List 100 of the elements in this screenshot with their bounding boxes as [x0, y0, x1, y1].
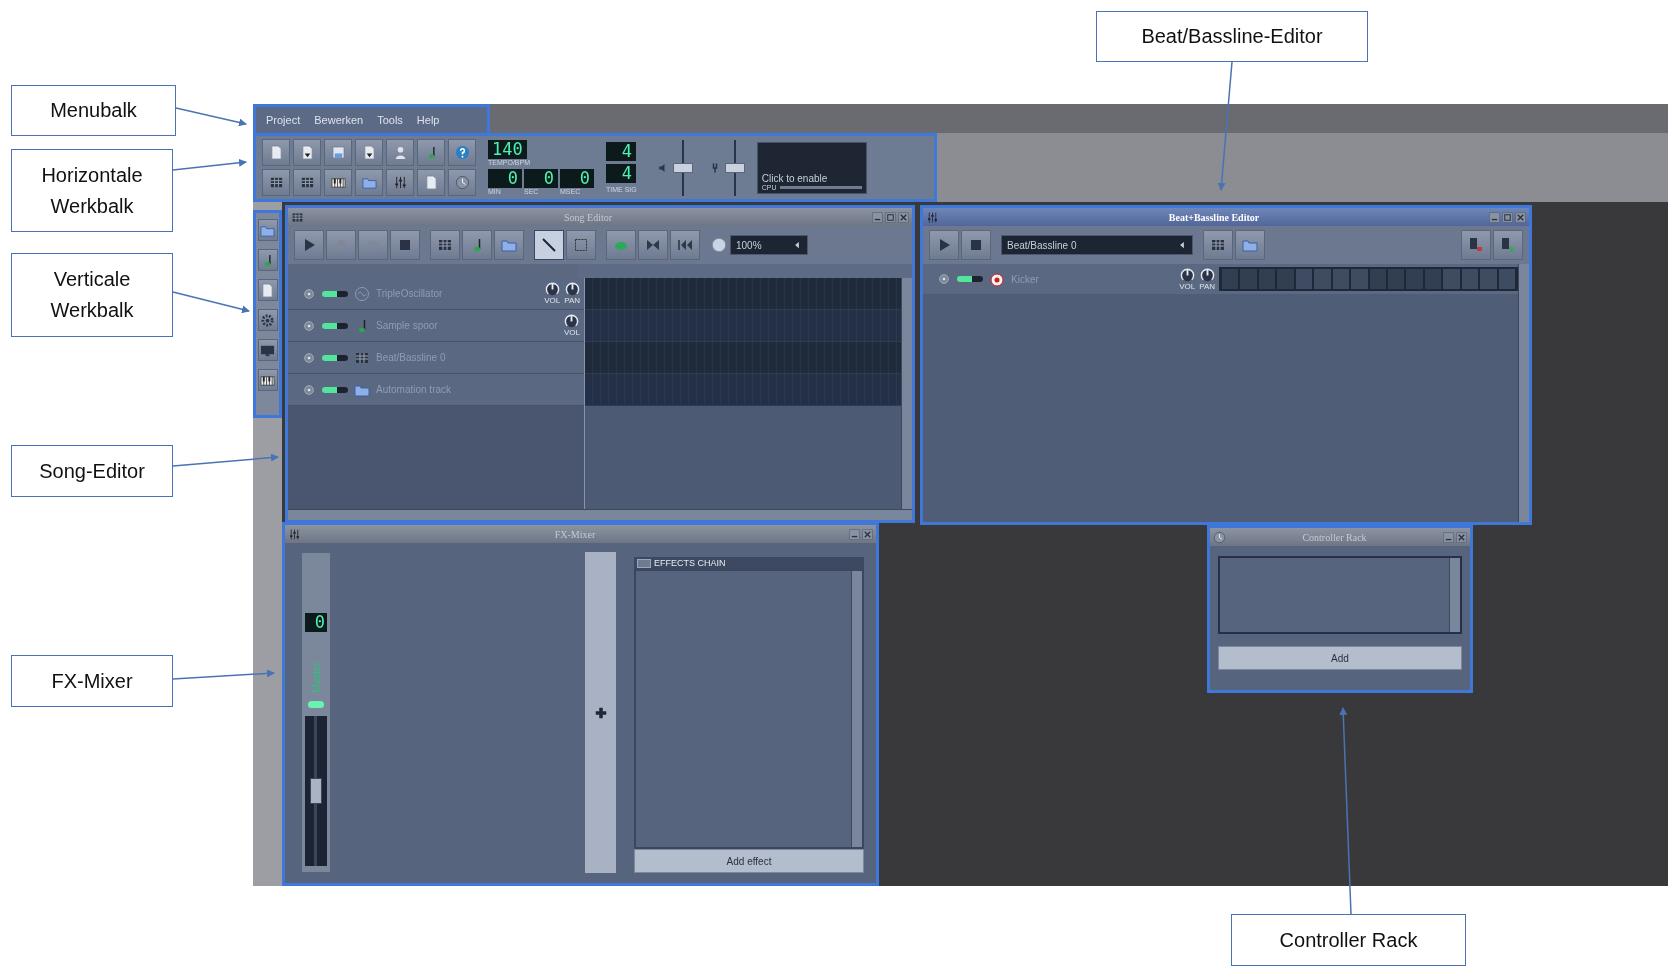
menu-item[interactable]: Help — [416, 114, 440, 126]
folder-button[interactable] — [1235, 230, 1265, 260]
piano-button[interactable] — [324, 169, 352, 196]
callout-label: Beat/Bassline-Editor — [1096, 11, 1368, 62]
mute-button[interactable] — [302, 286, 316, 301]
add-button[interactable]: Add — [1218, 646, 1462, 670]
fader-thumb[interactable] — [310, 777, 322, 804]
record-button[interactable] — [326, 230, 356, 260]
step-button[interactable] — [1295, 269, 1313, 289]
knob[interactable]: VOL — [564, 314, 580, 337]
steps-remove-button[interactable] — [1461, 230, 1491, 260]
gear-button[interactable] — [257, 309, 278, 331]
mute-button[interactable] — [302, 350, 316, 365]
loop-button[interactable] — [606, 230, 636, 260]
close-button[interactable] — [862, 528, 873, 540]
callout-arrow — [175, 107, 247, 127]
note-button[interactable] — [462, 230, 492, 260]
sliders-icon — [392, 175, 408, 190]
folder-button[interactable] — [494, 230, 524, 260]
monitor-button[interactable] — [257, 339, 278, 361]
page-icon — [260, 282, 275, 298]
grid-button[interactable] — [1203, 230, 1233, 260]
close-icon — [1456, 531, 1467, 543]
maximize-icon — [1502, 211, 1513, 223]
maximize-button[interactable] — [1502, 211, 1513, 223]
knob[interactable]: PAN — [564, 282, 580, 305]
grid-button[interactable] — [430, 230, 460, 260]
mute-button[interactable] — [302, 382, 316, 397]
scrollbar[interactable] — [901, 278, 912, 509]
note-button[interactable] — [417, 139, 445, 166]
step-button[interactable] — [1461, 269, 1479, 289]
step-button[interactable] — [1498, 269, 1515, 289]
menu-item[interactable]: Tools — [377, 114, 403, 126]
scrollbar[interactable] — [1449, 558, 1460, 632]
callout-label: FX-Mixer — [11, 655, 173, 707]
grid-button[interactable] — [262, 169, 290, 196]
menu-item[interactable]: Bewerken — [314, 114, 364, 126]
maximize-button[interactable] — [885, 211, 896, 223]
page-arrow-button[interactable] — [293, 139, 321, 166]
stop-button[interactable] — [961, 230, 991, 260]
menu-item[interactable]: Project — [266, 114, 301, 126]
minimize-button[interactable] — [1443, 531, 1454, 543]
record-play-button[interactable] — [358, 230, 388, 260]
stop-button[interactable] — [390, 230, 420, 260]
close-button[interactable] — [898, 211, 909, 223]
cpu-hint: Click to enable — [761, 172, 829, 184]
folder-button[interactable] — [257, 219, 278, 241]
slider-thumb[interactable] — [672, 162, 693, 173]
clock-icon — [454, 175, 470, 190]
close-button[interactable] — [1456, 531, 1467, 543]
mute-button[interactable] — [937, 272, 951, 286]
skip-back-button[interactable] — [670, 230, 700, 260]
mute-button[interactable] — [302, 318, 316, 333]
grid-icon — [1210, 237, 1226, 253]
lcd-display: 0 — [488, 168, 522, 188]
person-button[interactable] — [386, 139, 414, 166]
stop-icon — [968, 237, 984, 253]
close-button[interactable] — [1515, 211, 1526, 223]
sliders-button[interactable] — [386, 169, 414, 196]
punch-button[interactable] — [638, 230, 668, 260]
note-button[interactable] — [257, 249, 278, 271]
pencil-button[interactable] — [534, 230, 564, 260]
page-arrow-button[interactable] — [355, 139, 383, 166]
pattern-dropdown[interactable]: Beat/Bassline 0 — [1001, 235, 1193, 255]
knob[interactable]: PAN — [1199, 267, 1215, 291]
folder-button[interactable] — [355, 169, 383, 196]
folder-icon — [501, 237, 517, 253]
clock-button[interactable] — [448, 169, 476, 196]
piano-button[interactable] — [257, 369, 278, 391]
clock-icon — [1213, 530, 1226, 544]
mute-icon — [302, 318, 316, 333]
page-button[interactable] — [417, 169, 445, 196]
knob[interactable]: VOL — [1179, 267, 1196, 291]
scrollbar[interactable] — [288, 509, 912, 520]
help-button[interactable] — [448, 139, 476, 166]
disk-button[interactable] — [324, 139, 352, 166]
add-effect-button[interactable]: Add effect — [634, 849, 864, 873]
play-button[interactable] — [929, 230, 959, 260]
knob-icon — [1179, 267, 1195, 283]
minimize-button[interactable] — [1489, 211, 1500, 223]
minimize-button[interactable] — [872, 211, 883, 223]
knob[interactable]: VOL — [544, 282, 561, 305]
page-button[interactable] — [262, 139, 290, 166]
channel-led — [308, 700, 324, 708]
play-button[interactable] — [294, 230, 324, 260]
step-button[interactable] — [1332, 269, 1350, 289]
scrollbar[interactable] — [851, 571, 862, 847]
grid-button[interactable] — [293, 169, 321, 196]
grid-icon — [291, 210, 304, 224]
page-button[interactable] — [257, 279, 278, 301]
minimize-icon — [872, 211, 883, 223]
page-icon — [423, 175, 439, 190]
checkbox[interactable] — [637, 558, 651, 568]
callout-label: Menubalk — [11, 85, 176, 136]
steps-add-button[interactable] — [1493, 230, 1523, 260]
scrollbar[interactable] — [1518, 264, 1529, 522]
minimize-button[interactable] — [849, 528, 860, 540]
zoom-dropdown[interactable]: 100% — [730, 235, 808, 255]
lcd-display: 4 — [606, 163, 636, 183]
slider-thumb[interactable] — [724, 162, 745, 173]
